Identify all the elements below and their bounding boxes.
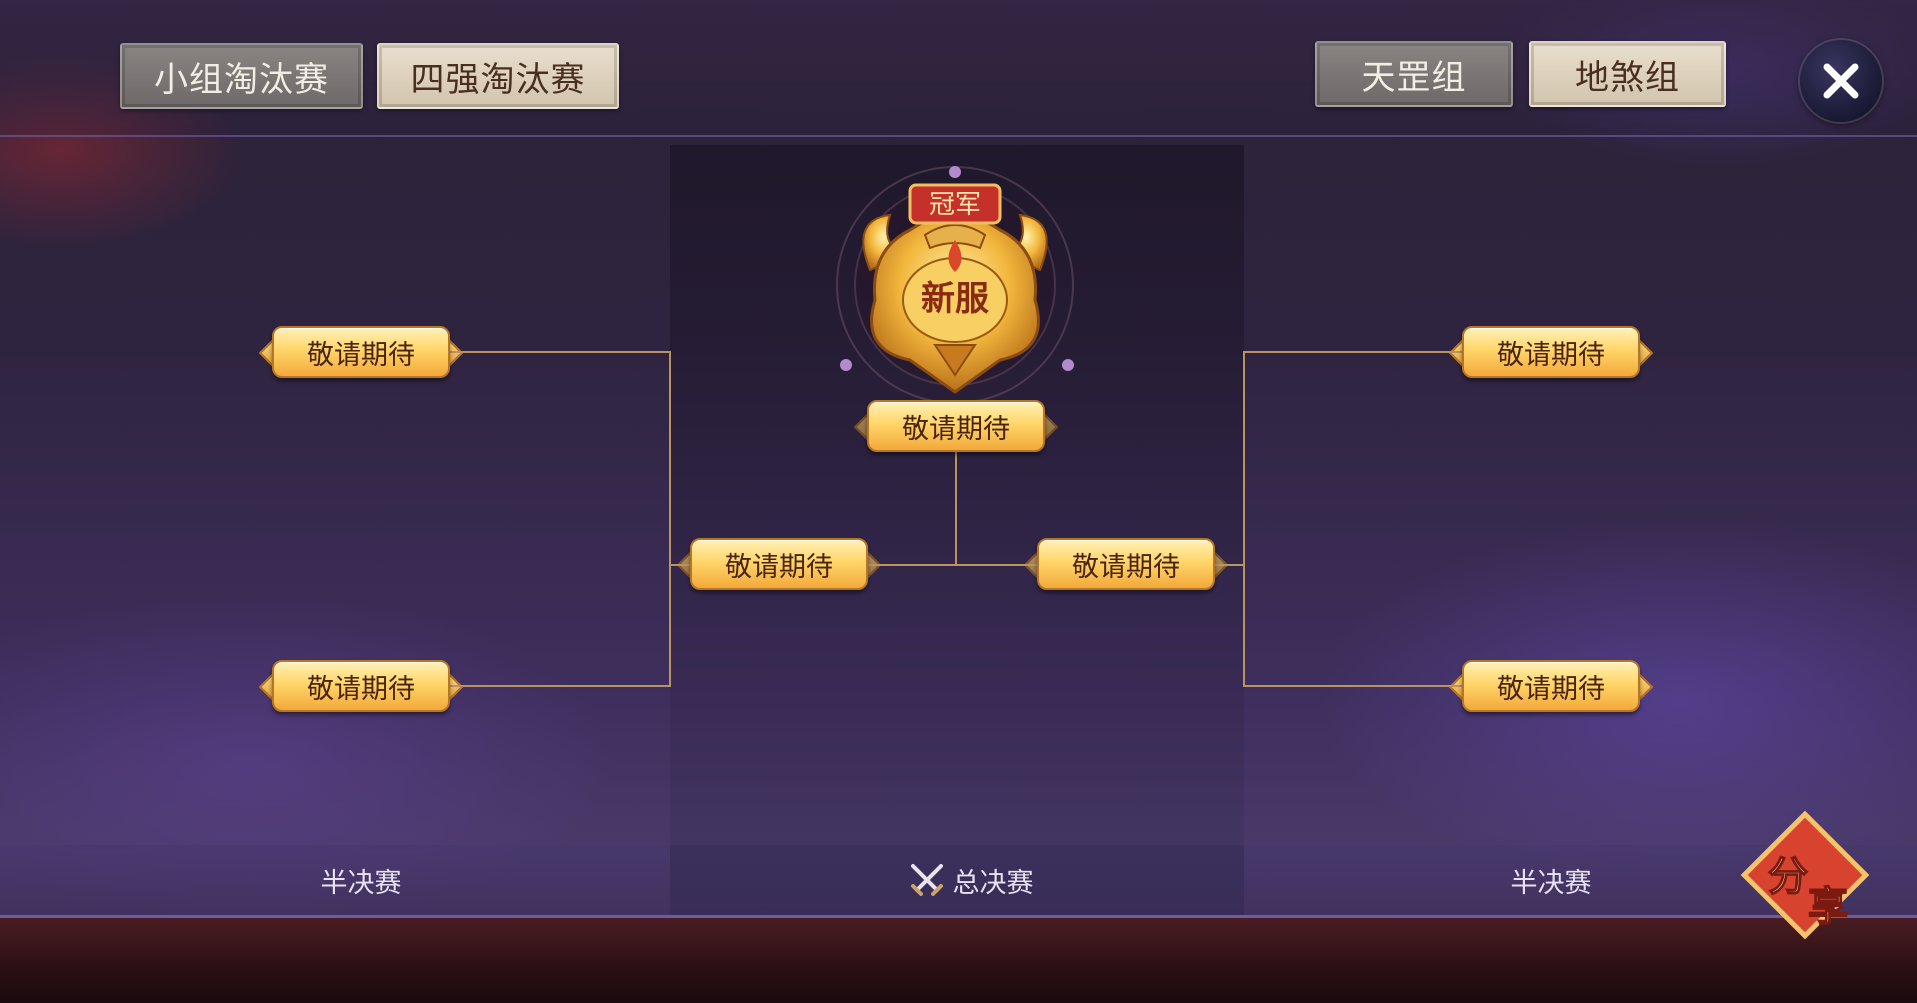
crossed-swords-icon [910,864,943,896]
left-semifinal-top-slot[interactable]: 敬请期待 [272,326,450,378]
share-icon: 分 享 [1740,810,1870,940]
trophy-center-label: 新服 [921,279,989,319]
trophy-top-label: 冠军 [929,190,981,220]
share-label-1: 分 [1768,854,1808,900]
share-label-2: 享 [1808,884,1848,930]
left-final-slot[interactable]: 敬请期待 [690,538,868,590]
right-semifinal-bottom-slot[interactable]: 敬请期待 [1462,660,1640,712]
left-semifinal-bottom-slot[interactable]: 敬请期待 [272,660,450,712]
share-button[interactable]: 分 享 [1740,810,1870,950]
champion-emblem-icon: 冠军 新服 [836,166,1074,404]
round-label-center: 总决赛 [820,845,1120,915]
right-semifinal-top-slot[interactable]: 敬请期待 [1462,326,1640,378]
round-label-right: 半决赛 [1510,867,1592,899]
round-label-center-text: 总决赛 [952,867,1034,899]
round-label-left: 半决赛 [320,867,402,899]
right-final-slot[interactable]: 敬请期待 [1037,538,1215,590]
champion-slot[interactable]: 敬请期待 [867,400,1045,452]
